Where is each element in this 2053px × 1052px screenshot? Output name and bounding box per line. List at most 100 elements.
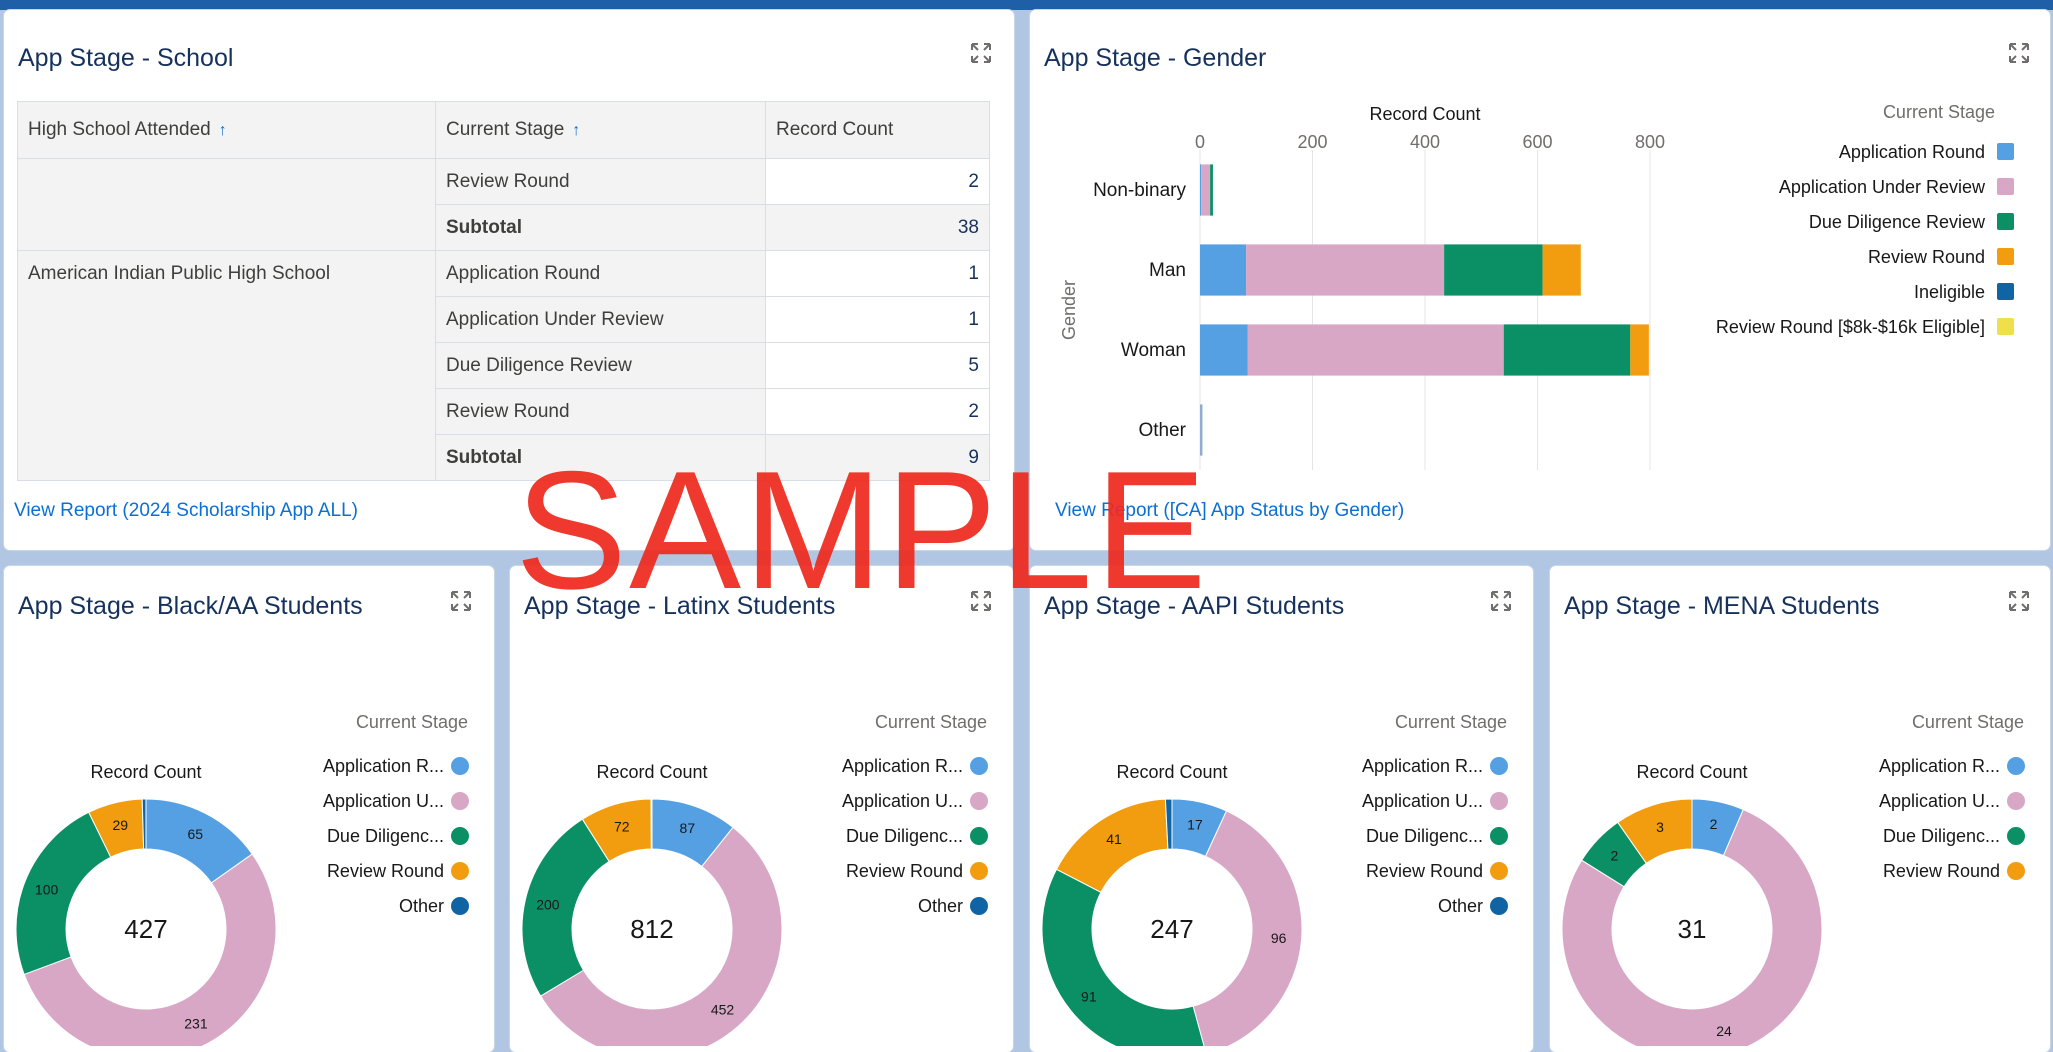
legend-label: Application U... [1362,791,1483,811]
donut-card-aapi: App Stage - AAPI Students Record Count 17… [1030,566,1533,1052]
y-tick-label: Other [1138,420,1186,441]
legend-swatch [1490,862,1508,880]
legend-title: Current Stage [875,712,987,732]
y-tick-label: Non-binary [1093,180,1186,201]
sort-ascending-icon[interactable]: ↑ [572,122,580,139]
bar-segment [1201,404,1203,456]
donut-chart: Record Count 87 452 200 72 812 Current Stage Ap… [521,712,988,1046]
bar-segment [1630,324,1649,376]
column-header-count[interactable]: Record Count [765,101,990,159]
expand-icon[interactable] [1490,590,1512,612]
slice-data-label: 2 [1611,847,1619,863]
expand-icon[interactable] [970,42,992,64]
donut-total: 812 [630,914,673,944]
slice-data-label: 91 [1081,988,1097,1004]
donut-chart: Record Count 2 24 2 3 31 Current Stage Applicat… [1561,712,2025,1046]
legend-title: Current Stage [1883,102,1995,122]
stage-cell: Application Round [435,250,766,297]
y-tick-label: Man [1149,260,1186,281]
slice-data-label: 72 [614,818,630,834]
donut-total: 31 [1678,914,1707,944]
legend-label: Other [1438,896,1483,916]
subtotal-label: Subtotal [435,434,766,481]
legend-label: Due Diligenc... [1883,826,2000,846]
bar-segment [1542,244,1581,296]
legend-swatch [451,757,469,775]
slice-data-label: 17 [1187,816,1203,832]
legend-swatch [451,827,469,845]
slice-data-label: 452 [711,1001,735,1017]
x-tick-label: 400 [1410,132,1440,152]
column-header-school[interactable]: High School Attended ↑ [17,101,436,159]
legend-label: Application Round [1839,142,1985,162]
card-title: App Stage - MENA Students [1564,592,1880,620]
donut-card-latinx: App Stage - Latinx Students Record Count… [510,566,1013,1052]
count-cell: 2 [765,388,990,435]
subtotal-value: 9 [765,434,990,481]
count-cell: 5 [765,342,990,389]
legend-swatch [1997,248,2014,265]
card-title: App Stage - School [18,44,234,72]
legend-label: Review Round [1868,247,1985,267]
column-header-stage[interactable]: Current Stage ↑ [435,101,766,159]
legend-label: Application R... [1362,756,1483,776]
view-report-link[interactable]: View Report ([CA] App Status by Gender) [1055,500,1404,522]
school-card: App Stage - School High School Attended ↑… [4,10,1014,550]
card-title: App Stage - AAPI Students [1044,592,1345,620]
table-header-row: High School Attended ↑ Current Stage ↑ Rec… [17,101,990,159]
donut-chart: Record Count 65 231 100 29 427 Current Stage Ap… [15,712,469,1046]
donut-slice [1041,868,1205,1046]
report-table: High School Attended ↑ Current Stage ↑ Rec… [17,101,990,481]
bar-segment [1200,324,1248,376]
bar-segment [1246,244,1445,296]
x-tick-label: 200 [1297,132,1327,152]
stage-cell: Review Round [435,388,766,435]
donut-slice [521,818,610,997]
bar-segment [1444,244,1543,296]
view-report-link[interactable]: View Report (2024 Scholarship App ALL) [14,500,358,522]
legend-label: Other [918,896,963,916]
legend-label: Application U... [1879,791,2000,811]
slice-data-label: 41 [1106,831,1122,847]
count-cell: 1 [765,250,990,297]
legend-label: Application R... [323,756,444,776]
bar-segment [1200,404,1202,456]
legend-swatch [1997,283,2014,300]
legend-swatch [970,792,988,810]
bar-segment [1503,324,1631,376]
legend-swatch [2007,862,2025,880]
legend-title: Current Stage [1912,712,2024,732]
expand-icon[interactable] [450,590,472,612]
slice-data-label: 29 [112,817,128,833]
chart-title: Record Count [1636,762,1747,782]
legend-swatch [451,862,469,880]
legend-swatch [2007,827,2025,845]
expand-icon[interactable] [2008,42,2030,64]
donut-card-black-aa: App Stage - Black/AA Students Record Cou… [4,566,494,1052]
expand-icon[interactable] [2008,590,2030,612]
table-row: American Indian Public High School Appli… [17,250,990,481]
stage-cell: Application Under Review [435,296,766,343]
legend-label: Application U... [842,791,963,811]
legend-title: Current Stage [356,712,468,732]
sort-ascending-icon[interactable]: ↑ [219,122,227,139]
legend-swatch [1490,792,1508,810]
slice-data-label: 3 [1656,819,1664,835]
x-tick-label: 0 [1195,132,1205,152]
expand-icon[interactable] [970,590,992,612]
slice-data-label: 200 [536,896,560,912]
legend-label: Ineligible [1914,282,1985,302]
legend-label: Review Round [1366,861,1483,881]
y-axis-title: Gender [1059,280,1079,340]
donut-card-mena: App Stage - MENA Students Record Count 2 2… [1550,566,2050,1052]
chart-title: Record Count [90,762,201,782]
legend-label: Application R... [842,756,963,776]
legend-label: Review Round [1883,861,2000,881]
legend-label: Application R... [1879,756,2000,776]
x-tick-label: 600 [1522,132,1552,152]
slice-data-label: 2 [1710,816,1718,832]
legend-swatch [2007,792,2025,810]
count-cell: 1 [765,296,990,343]
x-axis-title: Record Count [1369,104,1480,124]
stage-cell: Due Diligence Review [435,342,766,389]
